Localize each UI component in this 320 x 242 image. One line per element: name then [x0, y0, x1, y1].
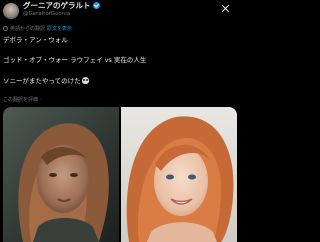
close-icon[interactable]: [221, 4, 230, 13]
tweet-line-3-text: ソニーがまたやってのけた: [3, 77, 81, 85]
rate-translation-link[interactable]: この翻訳を評価: [3, 96, 38, 103]
skull-icon: [81, 77, 89, 84]
author-names: グーニアのゲラルト @GeraltofGoonia: [23, 2, 100, 17]
tweet-line-1: デボラ・アン・ウォル: [3, 36, 68, 44]
tweet-line-3: ソニーがまたやってのけた: [3, 77, 89, 85]
show-original-link[interactable]: 原文を表示: [47, 25, 72, 32]
tweet-line-2: ゴッド・オブ・ウォー ラウフェイ vs 実在の人生: [3, 56, 147, 64]
post-header: グーニアのゲラルト @GeraltofGoonia: [3, 2, 100, 19]
handle[interactable]: @GeraltofGoonia: [23, 11, 100, 18]
translation-note: 英語からの翻訳: [10, 26, 46, 32]
right-photo[interactable]: [121, 107, 237, 242]
verified-badge-icon: [92, 2, 100, 10]
media-grid[interactable]: [3, 107, 237, 242]
globe-icon: [3, 26, 8, 31]
translation-row: 英語からの翻訳 原文を表示: [3, 25, 72, 32]
display-name-row[interactable]: グーニアのゲラルト: [23, 2, 100, 10]
left-photo[interactable]: [3, 107, 119, 242]
avatar[interactable]: [3, 3, 19, 19]
separator: ·: [40, 96, 42, 103]
display-name[interactable]: グーニアのゲラルト: [23, 2, 91, 10]
rate-translation-row: この翻訳を評価 ·: [3, 96, 44, 104]
